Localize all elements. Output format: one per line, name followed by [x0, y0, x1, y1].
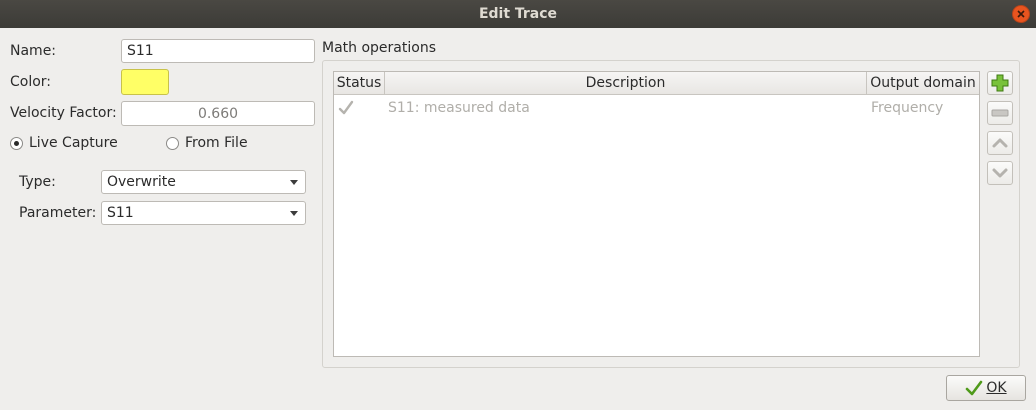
type-select-value: Overwrite: [107, 174, 176, 190]
move-down-button[interactable]: [987, 161, 1013, 185]
add-operation-button[interactable]: [987, 71, 1013, 95]
move-up-button[interactable]: [987, 131, 1013, 155]
title-bar: Edit Trace: [0, 0, 1036, 28]
column-header-output-domain[interactable]: Output domain: [867, 72, 979, 94]
output-domain-cell: Frequency: [871, 100, 944, 116]
table-row[interactable]: S11: measured data Frequency: [334, 95, 979, 121]
window-title: Edit Trace: [478, 6, 558, 22]
live-capture-radio[interactable]: Live Capture: [10, 135, 118, 151]
checkmark-icon: [338, 100, 354, 115]
chevron-down-icon: [290, 180, 298, 185]
color-label: Color:: [10, 74, 52, 90]
column-header-status[interactable]: Status: [334, 72, 385, 94]
move-up-icon: [992, 138, 1008, 148]
table-header: Status Description Output domain: [334, 72, 979, 95]
checkmark-icon: [966, 380, 983, 396]
name-input-value: S11: [127, 43, 154, 59]
live-capture-label: Live Capture: [29, 135, 118, 151]
color-picker-button[interactable]: [121, 69, 169, 95]
remove-icon: [991, 109, 1009, 117]
velocity-factor-value: 0.660: [197, 105, 239, 122]
radio-indicator: [166, 136, 179, 150]
from-file-radio[interactable]: From File: [166, 135, 248, 151]
from-file-label: From File: [185, 135, 248, 151]
status-cell: [338, 95, 358, 121]
column-header-description[interactable]: Description: [385, 72, 867, 94]
math-operations-table[interactable]: Status Description Output domain S11: me…: [333, 71, 980, 357]
type-select[interactable]: Overwrite: [101, 170, 306, 194]
type-label: Type:: [19, 174, 56, 190]
add-icon: [991, 74, 1009, 92]
chevron-down-icon: [290, 211, 298, 216]
parameter-select-value: S11: [107, 205, 134, 221]
name-input[interactable]: S11: [121, 39, 315, 63]
parameter-label: Parameter:: [19, 205, 97, 221]
parameter-select[interactable]: S11: [101, 201, 306, 225]
description-cell: S11: measured data: [388, 100, 530, 116]
remove-operation-button[interactable]: [987, 101, 1013, 125]
close-button[interactable]: [1012, 5, 1030, 23]
ok-button-label: OK: [986, 380, 1007, 396]
velocity-factor-label: Velocity Factor:: [10, 105, 117, 121]
name-label: Name:: [10, 43, 57, 59]
ok-button[interactable]: OK: [946, 375, 1026, 401]
close-icon: [1017, 10, 1025, 18]
radio-indicator: [10, 136, 23, 150]
math-operations-title: Math operations: [322, 40, 436, 56]
velocity-factor-input[interactable]: 0.660: [121, 101, 315, 126]
move-down-icon: [992, 168, 1008, 178]
